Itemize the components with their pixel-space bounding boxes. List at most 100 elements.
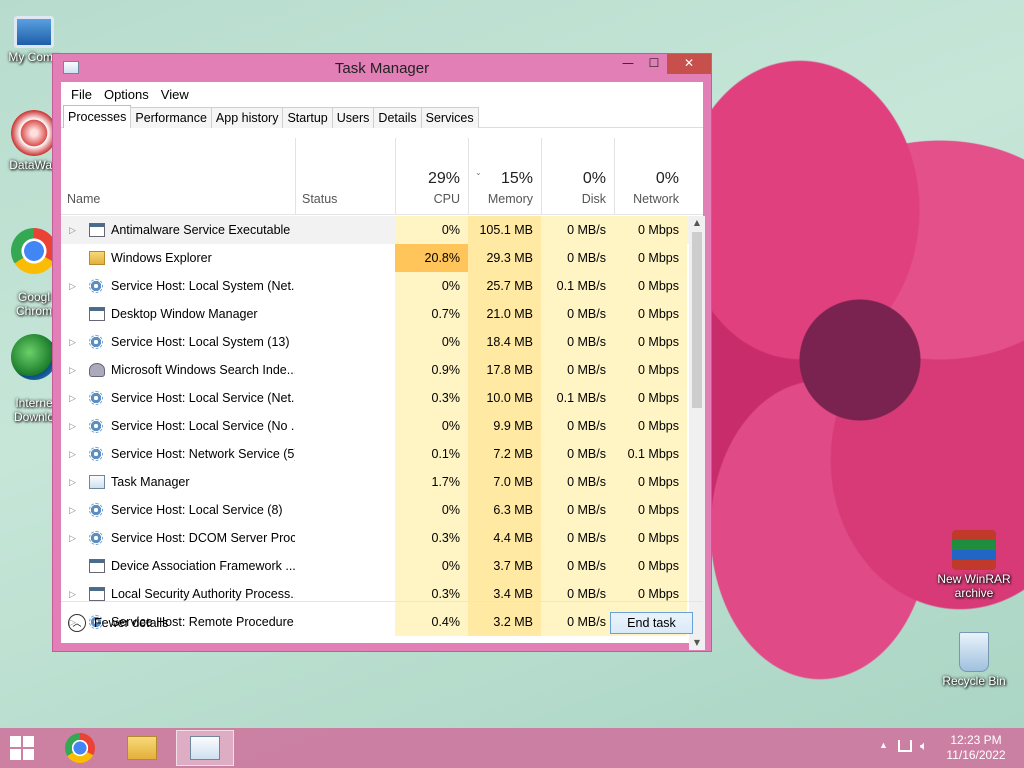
network-cell: 0.1 Mbps — [614, 440, 687, 468]
process-list: ▷ Antimalware Service Executable 0% 105.1 M… — [61, 216, 689, 650]
desktop-icon-winrar[interactable]: New WinRAR archive — [936, 530, 1012, 600]
column-header-memory[interactable]: ⌄ 15% Memory — [468, 138, 541, 215]
chevron-up-icon[interactable]: ︿ — [68, 614, 86, 632]
taskbar-chrome[interactable] — [52, 730, 110, 766]
clock[interactable]: 12:23 PM 11/16/2022 — [940, 733, 1012, 763]
expand-chevron-icon[interactable]: ▷ — [69, 272, 79, 300]
cpu-cell: 0.1% — [395, 440, 468, 468]
expand-chevron-icon[interactable]: ▷ — [69, 216, 79, 244]
column-label: Name — [67, 192, 101, 206]
table-row[interactable]: ▷ Service Host: Network Service (5) 0.1% 7.… — [61, 440, 689, 468]
tab-app-history[interactable]: App history — [210, 107, 284, 128]
volume-icon[interactable]: 🔈︎ — [920, 738, 928, 754]
column-percent: 29% — [427, 170, 460, 187]
memory-cell: 18.4 MB — [468, 328, 541, 356]
expand-chevron-icon[interactable]: ▷ — [69, 524, 79, 552]
process-name: Service Host: Local Service (8) — [111, 503, 283, 517]
scrollbar-thumb[interactable] — [692, 232, 702, 408]
column-label: Network — [633, 192, 679, 206]
column-header-disk[interactable]: 0% Disk — [541, 138, 614, 215]
column-label: CPU — [433, 192, 460, 206]
table-row[interactable]: ▷ Service Host: Local Service (8) 0% 6.3 MB… — [61, 496, 689, 524]
disk-cell: 0 MB/s — [541, 356, 614, 384]
taskbar-task-manager[interactable] — [176, 730, 234, 766]
fewer-details-link[interactable]: Fewer details — [94, 616, 168, 630]
maximize-button[interactable]: ☐ — [641, 54, 667, 74]
minimize-button[interactable]: — — [615, 54, 641, 74]
memory-cell: 105.1 MB — [468, 216, 541, 244]
column-header-network[interactable]: 0% Network — [614, 138, 687, 215]
tab-startup[interactable]: Startup — [282, 107, 333, 128]
cpu-cell: 0% — [395, 272, 468, 300]
menu-bar: File Options View — [61, 82, 703, 106]
gear-icon — [89, 391, 103, 405]
tab-performance[interactable]: Performance — [130, 107, 212, 128]
expand-chevron-icon[interactable]: ▷ — [69, 384, 79, 412]
process-name: Service Host: Network Service (5) — [111, 447, 295, 461]
table-row[interactable]: ▷ Service Host: Local Service (Net... 0.3%… — [61, 384, 689, 412]
column-label: Memory — [487, 192, 533, 206]
title-bar[interactable]: Task Manager — ☐ ✕ — [53, 54, 711, 82]
column-label: Status — [302, 192, 338, 206]
process-name: Service Host: Local System (Net... — [111, 279, 295, 293]
process-name: Microsoft Windows Search Inde... — [111, 363, 295, 377]
scroll-up-icon[interactable]: ▲ — [689, 216, 705, 230]
expand-chevron-icon[interactable]: ▷ — [69, 468, 79, 496]
table-row[interactable]: ▷ Service Host: Local Service (No ... 0% 9.… — [61, 412, 689, 440]
cpu-cell: 1.7% — [395, 468, 468, 496]
download-manager-icon — [11, 334, 57, 380]
gear-icon — [89, 447, 103, 461]
network-cell: 0 Mbps — [614, 356, 687, 384]
table-row[interactable]: ▷ Antimalware Service Executable 0% 105.1 M… — [61, 216, 689, 244]
table-row[interactable]: ▷ Service Host: Local System (13) 0% 18.4 M… — [61, 328, 689, 356]
desktop-icon-label: New WinRAR archive — [937, 572, 1011, 600]
process-name: Device Association Framework ... — [111, 559, 295, 573]
taskbar: ▲ 🔈︎ 12:23 PM 11/16/2022 — [0, 728, 1024, 768]
column-header-name[interactable]: Name — [61, 138, 295, 215]
expand-chevron-icon[interactable]: ▷ — [69, 440, 79, 468]
menu-options[interactable]: Options — [98, 87, 155, 102]
desktop-icon-label: Recycle Bin — [942, 674, 1006, 688]
start-button[interactable] — [6, 735, 42, 761]
process-name: Service Host: DCOM Server Proc... — [111, 531, 295, 545]
network-cell: 0 Mbps — [614, 384, 687, 412]
table-row[interactable]: Windows Explorer 20.8% 29.3 MB 0 MB/s 0 Mbps — [61, 244, 689, 272]
tab-services[interactable]: Services — [420, 107, 479, 128]
column-header-status[interactable]: Status — [295, 138, 395, 215]
vertical-scrollbar[interactable]: ▲ ▼ — [689, 216, 705, 650]
network-cell: 0 Mbps — [614, 244, 687, 272]
chrome-icon — [11, 228, 57, 274]
table-row[interactable]: ▷ Task Manager 1.7% 7.0 MB 0 MB/s 0 Mbps — [61, 468, 689, 496]
expand-chevron-icon[interactable]: ▷ — [69, 356, 79, 384]
cpu-cell: 0% — [395, 216, 468, 244]
tab-details[interactable]: Details — [373, 107, 422, 128]
expand-chevron-icon[interactable]: ▷ — [69, 412, 79, 440]
windows-logo-icon — [10, 749, 21, 760]
table-row[interactable]: Desktop Window Manager 0.7% 21.0 MB 0 MB/s 0… — [61, 300, 689, 328]
close-button[interactable]: ✕ — [667, 54, 711, 74]
process-name: Task Manager — [111, 475, 190, 489]
gear-icon — [89, 335, 103, 349]
table-row[interactable]: Device Association Framework ... 0% 3.7 MB… — [61, 552, 689, 580]
column-header-cpu[interactable]: 29% CPU — [395, 138, 468, 215]
memory-cell: 10.0 MB — [468, 384, 541, 412]
menu-file[interactable]: File — [65, 87, 98, 102]
app-icon — [89, 587, 105, 601]
end-task-button[interactable]: End task — [610, 612, 693, 634]
expand-chevron-icon[interactable]: ▷ — [69, 328, 79, 356]
desktop-icon-recycle-bin[interactable]: Recycle Bin — [936, 632, 1012, 688]
menu-view[interactable]: View — [155, 87, 195, 102]
network-icon[interactable] — [898, 740, 912, 752]
show-hidden-icons-icon[interactable]: ▲ — [879, 740, 888, 750]
expand-chevron-icon[interactable]: ▷ — [69, 496, 79, 524]
table-row[interactable]: ▷ Service Host: Local System (Net... 0% 25.… — [61, 272, 689, 300]
clock-time: 12:23 PM — [950, 733, 1002, 747]
tab-users[interactable]: Users — [331, 107, 375, 128]
network-cell: 0 Mbps — [614, 496, 687, 524]
taskbar-file-explorer[interactable] — [114, 730, 172, 766]
table-row[interactable]: ▷ Microsoft Windows Search Inde... 0.9% 17.… — [61, 356, 689, 384]
table-row[interactable]: ▷ Service Host: DCOM Server Proc... 0.3% 4.… — [61, 524, 689, 552]
network-cell: 0 Mbps — [614, 468, 687, 496]
column-percent: 15% — [500, 170, 533, 187]
tab-processes[interactable]: Processes — [63, 105, 132, 128]
